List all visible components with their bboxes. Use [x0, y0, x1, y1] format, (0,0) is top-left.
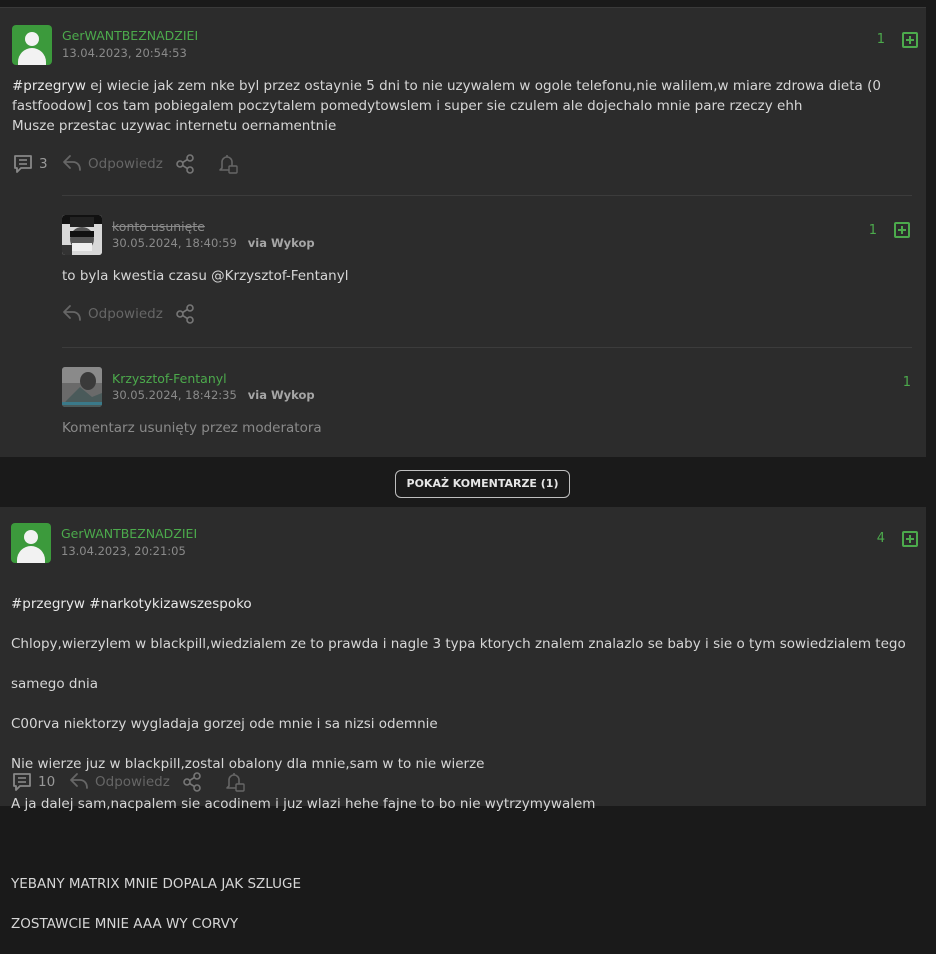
- comment-date: 30.05.2024, 18:42:35 via Wykop: [112, 388, 315, 402]
- share-icon[interactable]: [175, 304, 195, 324]
- post-date: 13.04.2023, 20:54:53: [62, 46, 187, 60]
- post-date: 13.04.2023, 20:21:05: [61, 544, 186, 558]
- avatar[interactable]: [62, 215, 102, 255]
- bell-icon[interactable]: [217, 153, 239, 175]
- reply-arrow-icon[interactable]: [62, 154, 82, 172]
- comments-count[interactable]: 10: [38, 774, 55, 790]
- author-name[interactable]: GerWANTBEZNADZIEI: [62, 28, 198, 43]
- comments-icon[interactable]: [11, 772, 33, 792]
- reply-arrow-icon[interactable]: [62, 304, 82, 322]
- comments-icon[interactable]: [12, 154, 34, 174]
- divider: [62, 195, 912, 196]
- reply-button[interactable]: Odpowiedz: [88, 306, 163, 322]
- comment-body: to byla kwestia czasu @Krzysztof-Fentany…: [62, 268, 349, 284]
- plus-square-icon[interactable]: [902, 531, 918, 547]
- vote-count: 1: [868, 223, 877, 238]
- share-icon[interactable]: [182, 772, 202, 792]
- vote-count: 1: [902, 375, 911, 390]
- comments-count[interactable]: 3: [39, 156, 48, 172]
- hashtags[interactable]: #przegryw #narkotykizawszespoko: [11, 594, 906, 614]
- entry-card: GerWANTBEZNADZIEI 13.04.2023, 20:54:53 1…: [0, 7, 926, 457]
- avatar[interactable]: [62, 367, 102, 407]
- reply-arrow-icon[interactable]: [69, 772, 89, 790]
- bell-icon[interactable]: [224, 771, 246, 793]
- reply-button[interactable]: Odpowiedz: [95, 774, 170, 790]
- author-name[interactable]: GerWANTBEZNADZIEI: [61, 526, 197, 541]
- plus-square-icon[interactable]: [894, 222, 910, 238]
- entry-card: GerWANTBEZNADZIEI 13.04.2023, 20:21:05 4…: [0, 507, 926, 932]
- avatar[interactable]: [11, 523, 51, 563]
- post-body: #przegryw #narkotykizawszespoko Chlopy,w…: [11, 594, 906, 932]
- post-body: #przegryw ej wiecie jak zem nke byl prze…: [12, 78, 881, 134]
- comment-body: Komentarz usunięty przez moderatora: [62, 420, 322, 436]
- avatar[interactable]: [12, 25, 52, 65]
- comment-date: 30.05.2024, 18:40:59 via Wykop: [112, 236, 315, 250]
- share-icon[interactable]: [175, 154, 195, 174]
- hashtag[interactable]: #przegryw: [12, 78, 86, 94]
- author-name: konto usunięte: [112, 219, 205, 234]
- vote-count: 4: [876, 531, 885, 546]
- show-comments-button[interactable]: POKAŻ KOMENTARZE (1): [395, 470, 570, 498]
- divider: [62, 347, 912, 348]
- author-name[interactable]: Krzysztof-Fentanyl: [112, 371, 227, 386]
- vote-count: 1: [876, 32, 885, 47]
- reply-button[interactable]: Odpowiedz: [88, 156, 163, 172]
- plus-square-icon[interactable]: [902, 32, 918, 48]
